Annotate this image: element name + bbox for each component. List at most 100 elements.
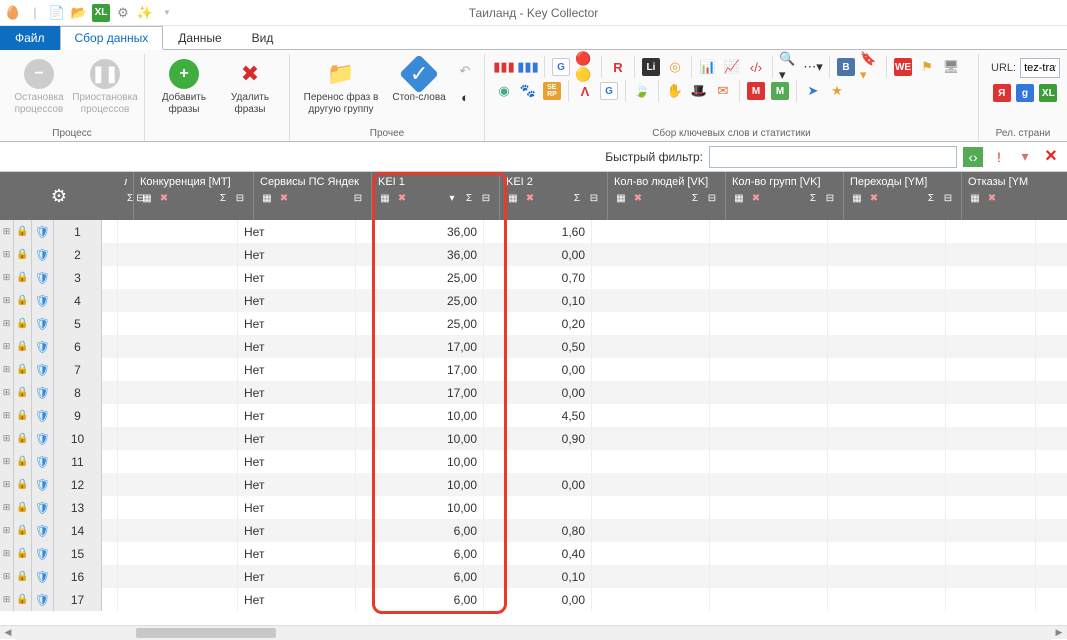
expand-icon[interactable]: ⊞: [0, 404, 14, 427]
rambler-icon[interactable]: R: [607, 56, 629, 78]
scroll-left-icon[interactable]: ◀: [0, 626, 16, 640]
flag-icon[interactable]: ⚑: [916, 56, 938, 78]
tab-data[interactable]: Данные: [163, 26, 236, 50]
expand-icon[interactable]: ⊞: [0, 312, 14, 335]
col-yandex-services[interactable]: Сервисы ПС Яндек ▦✖⊟: [254, 172, 372, 220]
table-row[interactable]: ⊞🔒🛡15Нет6,000,40: [0, 542, 1067, 565]
shield-icon[interactable]: 🛡: [32, 427, 54, 450]
new-doc-icon[interactable]: 📄: [48, 4, 66, 22]
shield-icon[interactable]: 🛡: [32, 312, 54, 335]
google2-icon[interactable]: G: [598, 80, 620, 102]
col-vk-groups[interactable]: Кол-во групп [VK] ▦✖Σ⊟: [726, 172, 844, 220]
table-row[interactable]: ⊞🔒🛡6Нет17,000,50: [0, 335, 1067, 358]
mail-icon[interactable]: M: [745, 80, 767, 102]
pause-process-button[interactable]: ❚❚ Приостановка процессов: [74, 56, 136, 126]
expand-icon[interactable]: ⊞: [0, 427, 14, 450]
expand-icon[interactable]: ⊞: [0, 588, 14, 611]
trend-icon[interactable]: 📈: [721, 56, 743, 78]
stop-words-button[interactable]: ✓ Стоп-слова: [388, 56, 450, 126]
stop-process-button[interactable]: − Остановка процессов: [8, 56, 70, 126]
expand-icon[interactable]: ⊞: [0, 496, 14, 519]
shield-icon[interactable]: 🛡: [32, 404, 54, 427]
open-folder-icon[interactable]: 📂: [70, 4, 88, 22]
shield-icon[interactable]: 🛡: [32, 358, 54, 381]
mediator-icon[interactable]: 🔴🟡: [574, 56, 596, 78]
table-row[interactable]: ⊞🔒🛡14Нет6,000,80: [0, 519, 1067, 542]
target2-icon[interactable]: ◉: [493, 80, 515, 102]
shield-icon[interactable]: 🛡: [32, 289, 54, 312]
chart-icon[interactable]: 📊: [697, 56, 719, 78]
table-row[interactable]: ⊞🔒🛡1Нет36,001,60: [0, 220, 1067, 243]
dropdown-icon[interactable]: ▼: [158, 4, 176, 22]
row-settings-header[interactable]: ⚙: [0, 172, 118, 220]
delete-phrases-button[interactable]: ✖ Удалить фразы: [219, 56, 281, 126]
table-row[interactable]: ⊞🔒🛡5Нет25,000,20: [0, 312, 1067, 335]
excel2-icon[interactable]: XL: [1038, 82, 1059, 104]
wand-icon[interactable]: ✨: [136, 4, 154, 22]
tab-file[interactable]: Файл: [0, 26, 60, 50]
expand-icon[interactable]: ⊞: [0, 450, 14, 473]
table-row[interactable]: ⊞🔒🛡17Нет6,000,00: [0, 588, 1067, 611]
url-input[interactable]: [1020, 58, 1060, 78]
col-ym-visits[interactable]: Переходы [YM] ▦✖Σ⊟: [844, 172, 962, 220]
table-row[interactable]: ⊞🔒🛡10Нет10,000,90: [0, 427, 1067, 450]
metrics-icon[interactable]: M: [769, 80, 791, 102]
bookmark-icon[interactable]: 🔖▾: [859, 56, 881, 78]
col-kei2[interactable]: KEI 2 ▦✖Σ⊟: [500, 172, 608, 220]
tab-collect[interactable]: Сбор данных: [60, 26, 164, 50]
expand-icon[interactable]: ⊞: [0, 358, 14, 381]
target-icon[interactable]: ◎: [664, 56, 686, 78]
star-icon[interactable]: ★: [826, 80, 848, 102]
add-phrases-button[interactable]: + Добавить фразы: [153, 56, 215, 126]
shield-icon[interactable]: 🛡: [32, 542, 54, 565]
filter-close-button[interactable]: ×: [1041, 147, 1061, 167]
scroll-right-icon[interactable]: ▶: [1051, 626, 1067, 640]
yandex-icon[interactable]: Я: [991, 82, 1012, 104]
tab-view[interactable]: Вид: [237, 26, 289, 50]
expand-icon[interactable]: ⊞: [0, 565, 14, 588]
code-icon[interactable]: ‹/›: [745, 56, 767, 78]
bars-blue-icon[interactable]: ▮▮▮: [517, 56, 539, 78]
hand-icon[interactable]: ✋: [664, 80, 686, 102]
expand-icon[interactable]: ⊞: [0, 335, 14, 358]
shield-icon[interactable]: 🛡: [32, 450, 54, 473]
expand-icon[interactable]: ⊞: [0, 289, 14, 312]
expand-icon[interactable]: ⊞: [0, 220, 14, 243]
col-competition[interactable]: Конкуренция [MT] ▦✖Σ⊟: [134, 172, 254, 220]
table-row[interactable]: ⊞🔒🛡8Нет17,000,00: [0, 381, 1067, 404]
table-row[interactable]: ⊞🔒🛡4Нет25,000,10: [0, 289, 1067, 312]
filter-funnel-button[interactable]: ▾: [1015, 147, 1035, 167]
search-dropdown-icon[interactable]: 🔍▾: [778, 56, 800, 78]
contrast-icon[interactable]: ◐: [454, 86, 476, 108]
table-row[interactable]: ⊞🔒🛡3Нет25,000,70: [0, 266, 1067, 289]
shield-icon[interactable]: 🛡: [32, 496, 54, 519]
leaf-icon[interactable]: 🍃: [631, 80, 653, 102]
col-refuse[interactable]: Отказы [YM ▦✖: [962, 172, 1052, 220]
expand-icon[interactable]: ⊞: [0, 243, 14, 266]
dots-dropdown-icon[interactable]: ⋯▾: [802, 56, 824, 78]
we-icon[interactable]: WE: [892, 56, 914, 78]
expand-icon[interactable]: ⊞: [0, 542, 14, 565]
table-row[interactable]: ⊞🔒🛡7Нет17,000,00: [0, 358, 1067, 381]
shield-icon[interactable]: 🛡: [32, 565, 54, 588]
bars-red-icon[interactable]: ▮▮▮: [493, 56, 515, 78]
shield-icon[interactable]: 🛡: [32, 243, 54, 266]
col-kei1[interactable]: KEI 1 ▦✖▾Σ⊟: [372, 172, 500, 220]
shield-icon[interactable]: 🛡: [32, 266, 54, 289]
gear-icon[interactable]: ⚙: [114, 4, 132, 22]
shield-icon[interactable]: 🛡: [32, 473, 54, 496]
table-row[interactable]: ⊞🔒🛡2Нет36,000,00: [0, 243, 1067, 266]
monitor-icon[interactable]: 🖥: [940, 56, 962, 78]
table-row[interactable]: ⊞🔒🛡12Нет10,000,00: [0, 473, 1067, 496]
liveinternet-icon[interactable]: Li: [640, 56, 662, 78]
filter-input[interactable]: [709, 146, 957, 168]
undo-icon[interactable]: ↶: [454, 60, 476, 82]
vk-icon[interactable]: В: [835, 56, 857, 78]
grid-body[interactable]: ⊞🔒🛡1Нет36,001,60⊞🔒🛡2Нет36,000,00⊞🔒🛡3Нет2…: [0, 220, 1067, 625]
google-icon[interactable]: G: [550, 56, 572, 78]
shield-icon[interactable]: 🛡: [32, 588, 54, 611]
scroll-thumb[interactable]: [136, 628, 276, 638]
table-row[interactable]: ⊞🔒🛡16Нет6,000,10: [0, 565, 1067, 588]
col-vk-people[interactable]: Кол-во людей [VK] ▦✖Σ⊟: [608, 172, 726, 220]
filter-warn-button[interactable]: !: [989, 147, 1009, 167]
